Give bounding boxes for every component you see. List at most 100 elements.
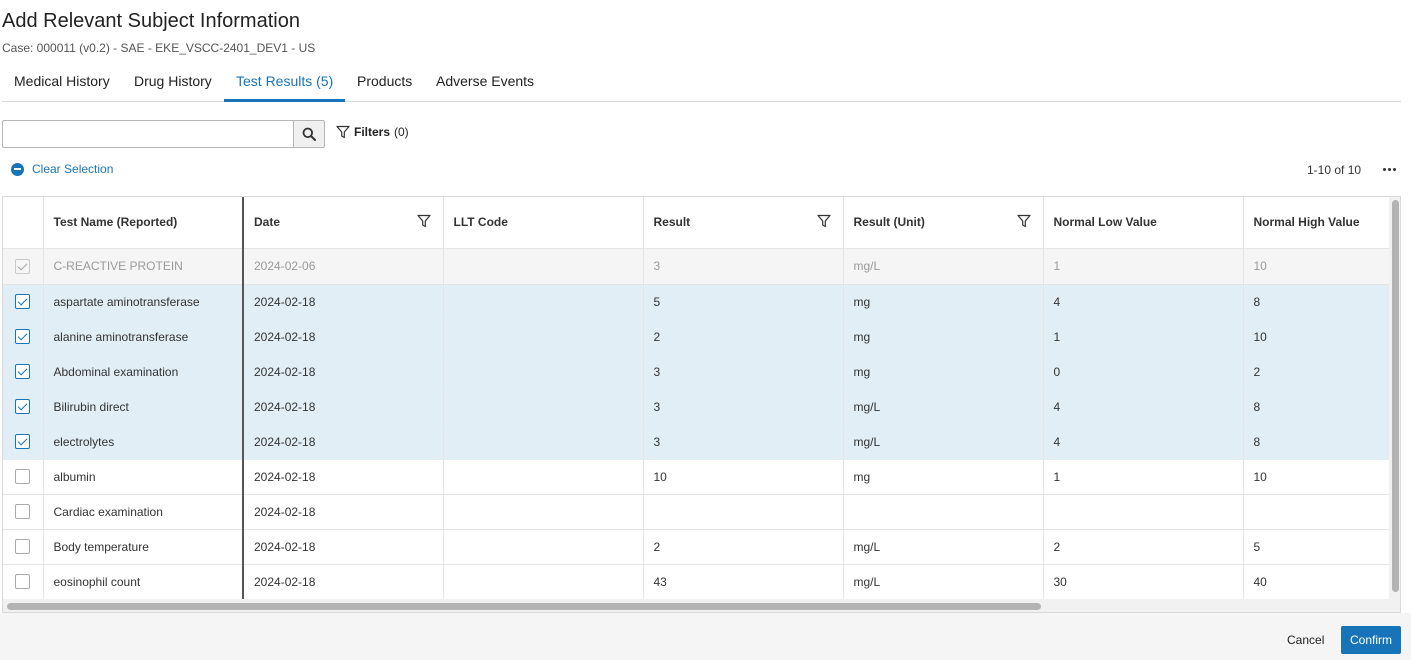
filters-button[interactable]: Filters (0) xyxy=(336,125,409,139)
cell-normal-high xyxy=(1243,494,1400,530)
cell-test-name: Abdominal examination xyxy=(43,354,244,390)
table-row[interactable]: aspartate aminotransferase 2024-02-18 5 … xyxy=(3,284,1400,320)
table-header-row: Test Name (Reported) Date LLT Code Resul… xyxy=(3,197,1400,249)
cell-normal-low: 0 xyxy=(1043,354,1244,390)
cell-normal-low: 4 xyxy=(1043,284,1244,320)
table-row[interactable]: alanine aminotransferase 2024-02-18 2 mg… xyxy=(3,319,1400,355)
cell-result-unit xyxy=(843,494,1044,530)
row-checkbox[interactable] xyxy=(15,539,31,555)
tab-drug-history[interactable]: Drug History xyxy=(122,73,224,101)
cell-date: 2024-02-18 xyxy=(243,529,444,565)
cell-normal-low: 30 xyxy=(1043,564,1244,600)
cell-llt-code xyxy=(443,284,644,320)
row-checkbox[interactable] xyxy=(15,574,31,590)
horizontal-scrollbar[interactable] xyxy=(3,599,1400,612)
cell-llt-code xyxy=(443,424,644,460)
column-label: Result (Unit) xyxy=(853,215,925,230)
filter-icon[interactable] xyxy=(416,214,431,228)
row-checkbox[interactable] xyxy=(15,504,31,520)
vertical-scrollbar[interactable] xyxy=(1389,197,1400,599)
row-select-cell xyxy=(3,459,44,495)
tab-bar: Medical History Drug History Test Result… xyxy=(2,64,1401,102)
table-row[interactable]: Abdominal examination 2024-02-18 3 mg 0 … xyxy=(3,354,1400,390)
clear-selection-label: Clear Selection xyxy=(32,162,114,176)
column-header-normal-low[interactable]: Normal Low Value xyxy=(1043,197,1244,249)
column-header-normal-high[interactable]: Normal High Value xyxy=(1243,197,1400,249)
cell-test-name: alanine aminotransferase xyxy=(43,319,244,355)
column-header-llt-code[interactable]: LLT Code xyxy=(443,197,644,249)
row-select-cell xyxy=(3,564,44,600)
column-header-date[interactable]: Date xyxy=(243,197,444,249)
tab-products[interactable]: Products xyxy=(345,73,424,101)
tab-medical-history[interactable]: Medical History xyxy=(2,73,122,101)
vertical-scroll-thumb[interactable] xyxy=(1392,200,1399,592)
table-row[interactable]: electrolytes 2024-02-18 3 mg/L 4 8 xyxy=(3,424,1400,460)
row-checkbox[interactable] xyxy=(15,399,31,415)
row-checkbox[interactable] xyxy=(15,364,31,380)
pagination-count: 1-10 of 10 xyxy=(1307,163,1362,177)
more-horizontal-icon xyxy=(1382,167,1386,171)
column-header-result-unit[interactable]: Result (Unit) xyxy=(843,197,1044,249)
row-select-cell xyxy=(3,284,44,320)
cell-llt-code xyxy=(443,248,644,285)
filter-icon[interactable] xyxy=(1016,214,1031,228)
cell-result: 5 xyxy=(643,284,844,320)
more-dot xyxy=(1392,167,1396,171)
table-row[interactable]: Cardiac examination 2024-02-18 xyxy=(3,494,1400,530)
tab-test-results[interactable]: Test Results (5) xyxy=(224,73,346,102)
clear-selection-button[interactable]: Clear Selection xyxy=(11,162,113,176)
horizontal-scroll-thumb[interactable] xyxy=(7,603,1041,610)
filter-icon[interactable] xyxy=(816,214,831,228)
cell-date: 2024-02-18 xyxy=(243,284,444,320)
search-icon xyxy=(302,127,316,141)
cell-llt-code xyxy=(443,459,644,495)
filters-count: (0) xyxy=(394,125,409,139)
cell-normal-high: 10 xyxy=(1243,319,1400,355)
cell-normal-low: 4 xyxy=(1043,389,1244,425)
tab-adverse-events[interactable]: Adverse Events xyxy=(424,73,546,101)
cell-result-unit: mg/L xyxy=(843,248,1044,285)
cell-normal-low: 1 xyxy=(1043,459,1244,495)
row-checkbox[interactable] xyxy=(15,294,31,310)
confirm-button[interactable]: Confirm xyxy=(1341,626,1401,654)
cell-result: 2 xyxy=(643,529,844,565)
column-label: Result xyxy=(653,215,691,230)
row-checkbox[interactable] xyxy=(15,329,31,345)
row-select-cell xyxy=(3,248,44,285)
cell-test-name: eosinophil count xyxy=(43,564,244,600)
table-row: C-REACTIVE PROTEIN 2024-02-06 3 mg/L 1 1… xyxy=(3,248,1400,285)
cell-date: 2024-02-18 xyxy=(243,564,444,600)
cell-date: 2024-02-18 xyxy=(243,319,444,355)
row-select-cell xyxy=(3,319,44,355)
cell-date: 2024-02-18 xyxy=(243,354,444,390)
table-row[interactable]: eosinophil count 2024-02-18 43 mg/L 30 4… xyxy=(3,564,1400,600)
column-header-result[interactable]: Result xyxy=(643,197,844,249)
search-input[interactable] xyxy=(2,120,293,148)
more-options-button[interactable] xyxy=(1380,160,1398,178)
column-label: Test Name (Reported) xyxy=(53,215,178,230)
cell-test-name: Cardiac examination xyxy=(43,494,244,530)
cancel-button[interactable]: Cancel xyxy=(1287,633,1324,647)
cell-result-unit: mg/L xyxy=(843,529,1044,565)
row-select-cell xyxy=(3,354,44,390)
search-button[interactable] xyxy=(293,120,325,148)
filter-icon xyxy=(336,125,350,139)
row-select-cell xyxy=(3,494,44,530)
cell-test-name: albumin xyxy=(43,459,244,495)
cell-normal-high: 8 xyxy=(1243,284,1400,320)
cell-result-unit: mg xyxy=(843,354,1044,390)
cell-result-unit: mg xyxy=(843,459,1044,495)
row-checkbox[interactable] xyxy=(15,469,31,485)
more-dot xyxy=(1387,167,1391,171)
table-row[interactable]: albumin 2024-02-18 10 mg 1 10 xyxy=(3,459,1400,495)
cell-llt-code xyxy=(443,494,644,530)
table-row[interactable]: Body temperature 2024-02-18 2 mg/L 2 5 xyxy=(3,529,1400,565)
cell-result: 3 xyxy=(643,424,844,460)
cell-result-unit: mg/L xyxy=(843,564,1044,600)
table-row[interactable]: Bilirubin direct 2024-02-18 3 mg/L 4 8 xyxy=(3,389,1400,425)
cell-result xyxy=(643,494,844,530)
cell-llt-code xyxy=(443,529,644,565)
row-checkbox[interactable] xyxy=(15,434,31,450)
column-label: Normal High Value xyxy=(1253,215,1360,230)
column-header-test-name[interactable]: Test Name (Reported) xyxy=(43,197,244,249)
